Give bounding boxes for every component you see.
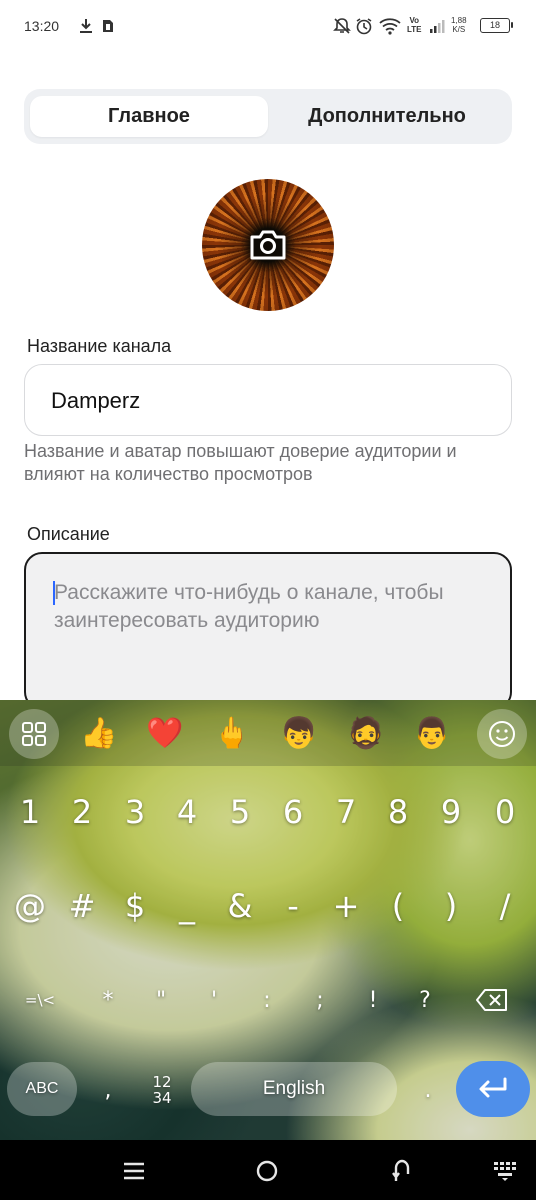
description-label: Описание bbox=[27, 524, 110, 544]
numpad-label-top: 12 bbox=[152, 1073, 172, 1091]
key-plus[interactable]: + bbox=[320, 876, 372, 936]
key-1[interactable]: 1 bbox=[4, 782, 56, 842]
keyboard: 👍 ❤️ 🖕 👦 🧔 👨 1 2 3 4 5 6 7 8 9 0 @ # $ _… bbox=[0, 700, 536, 1140]
backspace-icon[interactable] bbox=[466, 970, 518, 1030]
key-2[interactable]: 2 bbox=[56, 782, 108, 842]
key-7[interactable]: 7 bbox=[320, 782, 372, 842]
enter-key[interactable] bbox=[456, 1061, 530, 1117]
key-single-quote[interactable]: ' bbox=[188, 970, 240, 1030]
key-colon[interactable]: : bbox=[241, 970, 293, 1030]
keyboard-menu-icon[interactable] bbox=[9, 709, 59, 759]
signal-icon bbox=[428, 16, 446, 36]
space-bar[interactable]: English bbox=[191, 1062, 397, 1116]
key-comma[interactable]: , bbox=[82, 1060, 134, 1120]
emoji-bearded-man[interactable]: 🧔 bbox=[341, 710, 391, 756]
description-placeholder: Расскажите что-нибудь о канале, чтобы за… bbox=[54, 581, 444, 632]
key-6[interactable]: 6 bbox=[267, 782, 319, 842]
wifi-icon bbox=[378, 16, 402, 36]
tab-main[interactable]: Главное bbox=[30, 96, 268, 137]
channel-name-label: Название канала bbox=[27, 336, 172, 356]
key-0[interactable]: 0 bbox=[479, 782, 531, 842]
emoji-suggestion-bar: 👍 ❤️ 🖕 👦 🧔 👨 bbox=[0, 700, 536, 766]
camera-icon bbox=[248, 227, 288, 263]
channel-avatar[interactable] bbox=[202, 179, 334, 311]
key-minus[interactable]: - bbox=[267, 876, 319, 936]
volte-label: Vo LTE bbox=[407, 16, 422, 34]
emoji-heart[interactable]: ❤️ bbox=[140, 710, 190, 756]
key-semicolon[interactable]: ; bbox=[294, 970, 346, 1030]
enter-icon bbox=[479, 1077, 507, 1098]
key-9[interactable]: 9 bbox=[425, 782, 477, 842]
sim-icon bbox=[100, 16, 116, 36]
net-speed: 1,88 K/S bbox=[451, 16, 467, 34]
key-close-paren[interactable]: ) bbox=[425, 876, 477, 936]
emoji-man[interactable]: 👨 bbox=[407, 710, 457, 756]
key-more-symbols[interactable]: =\< bbox=[14, 970, 66, 1030]
channel-name-value: Damperz bbox=[51, 388, 141, 413]
key-8[interactable]: 8 bbox=[372, 782, 424, 842]
channel-name-helper: Название и аватар повышают доверие аудит… bbox=[24, 441, 457, 484]
abc-key[interactable]: ABC bbox=[7, 1062, 77, 1116]
numpad-key[interactable]: 12 34 bbox=[136, 1060, 188, 1120]
back-icon[interactable] bbox=[382, 1154, 422, 1188]
alarm-icon bbox=[354, 16, 374, 36]
numpad-label-bottom: 34 bbox=[152, 1089, 172, 1107]
menu-icon[interactable] bbox=[114, 1154, 154, 1188]
key-period[interactable]: . bbox=[402, 1060, 454, 1120]
download-icon bbox=[78, 16, 94, 36]
status-time: 13:20 bbox=[24, 18, 60, 34]
key-4[interactable]: 4 bbox=[161, 782, 213, 842]
battery-icon: 18 bbox=[480, 18, 513, 33]
status-bar: 13:20 Vo LTE 1,88 K/S 18 bbox=[0, 0, 536, 54]
emoji-thumbs-up[interactable]: 👍 bbox=[74, 710, 124, 756]
key-slash[interactable]: / bbox=[479, 876, 531, 936]
emoji-boy[interactable]: 👦 bbox=[274, 710, 324, 756]
home-icon[interactable] bbox=[247, 1154, 287, 1188]
navigation-bar bbox=[0, 1140, 536, 1200]
key-hash[interactable]: # bbox=[56, 876, 108, 936]
key-asterisk[interactable]: * bbox=[82, 970, 134, 1030]
tab-switcher: Главное Дополнительно bbox=[24, 89, 512, 144]
keyboard-toggle-icon[interactable] bbox=[486, 1154, 526, 1188]
emoji-panel-icon[interactable] bbox=[477, 709, 527, 759]
key-5[interactable]: 5 bbox=[214, 782, 266, 842]
emoji-hand[interactable]: 🖕 bbox=[207, 710, 257, 756]
mute-icon bbox=[332, 16, 352, 36]
key-exclamation[interactable]: ! bbox=[347, 970, 399, 1030]
key-double-quote[interactable]: " bbox=[135, 970, 187, 1030]
key-open-paren[interactable]: ( bbox=[372, 876, 424, 936]
key-question[interactable]: ? bbox=[399, 970, 451, 1030]
key-at[interactable]: @ bbox=[4, 876, 56, 936]
key-dollar[interactable]: $ bbox=[109, 876, 161, 936]
key-underscore[interactable]: _ bbox=[161, 876, 213, 936]
tab-extra[interactable]: Дополнительно bbox=[268, 96, 506, 137]
channel-name-field[interactable]: Damperz bbox=[24, 364, 512, 436]
key-ampersand[interactable]: & bbox=[214, 876, 266, 936]
description-field[interactable]: Расскажите что-нибудь о канале, чтобы за… bbox=[24, 552, 512, 710]
key-3[interactable]: 3 bbox=[109, 782, 161, 842]
